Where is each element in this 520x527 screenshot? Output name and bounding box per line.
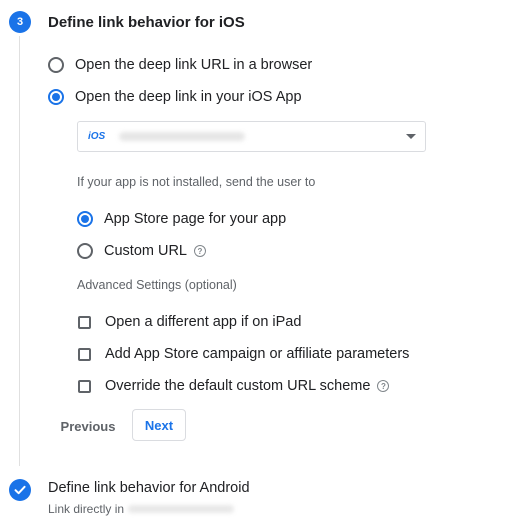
checkbox-label: Add App Store campaign or affiliate para… [105,346,410,362]
radio-open-in-ios-app[interactable]: Open the deep link in your iOS App [48,89,302,105]
help-circle-icon[interactable]: ? [194,245,206,257]
ios-app-select[interactable]: iOS [77,121,426,152]
checkbox-unchecked-icon [78,315,91,329]
checkbox-campaign-params[interactable]: Add App Store campaign or affiliate para… [78,346,409,362]
radio-selected-icon [48,89,64,105]
step-number: 3 [16,16,24,28]
step-title-android[interactable]: Define link behavior for Android [48,480,250,496]
android-step-summary: Link directly in [48,502,235,516]
checkbox-label: Open a different app if on iPad [105,314,302,330]
previous-button[interactable]: Previous [50,411,126,441]
not-installed-label: If your app is not installed, send the u… [77,175,316,189]
radio-label: Open the deep link URL in a browser [75,57,313,73]
radio-label: Custom URL [104,243,187,259]
ios-platform-icon: iOS [88,131,106,142]
dropdown-caret-icon [406,134,416,139]
checkbox-label: Override the default custom URL scheme [105,378,371,394]
selected-app-name-redacted [119,132,246,141]
step-title-ios: Define link behavior for iOS [48,14,245,31]
radio-unselected-icon [77,243,93,259]
radio-label: App Store page for your app [104,211,287,227]
check-icon [14,485,26,495]
checkbox-unchecked-icon [78,379,91,393]
radio-selected-icon [77,211,93,227]
checkbox-different-app-ipad[interactable]: Open a different app if on iPad [78,314,301,330]
checkbox-unchecked-icon [78,347,91,361]
step-number-badge: 3 [9,11,31,33]
next-button[interactable]: Next [132,409,186,441]
radio-label: Open the deep link in your iOS App [75,89,302,105]
radio-open-in-browser[interactable]: Open the deep link URL in a browser [48,57,312,73]
step-complete-badge [9,479,31,501]
radio-app-store-page[interactable]: App Store page for your app [77,211,286,227]
stepper-connector-line [19,36,20,466]
android-summary-text: Link directly in [48,502,125,516]
advanced-settings-label: Advanced Settings (optional) [77,278,237,292]
radio-unselected-icon [48,57,64,73]
checkbox-override-url-scheme[interactable]: Override the default custom URL scheme ? [78,378,390,394]
radio-custom-url[interactable]: Custom URL ? [77,243,206,259]
help-circle-icon[interactable]: ? [377,380,390,392]
android-app-name-redacted [128,505,235,513]
